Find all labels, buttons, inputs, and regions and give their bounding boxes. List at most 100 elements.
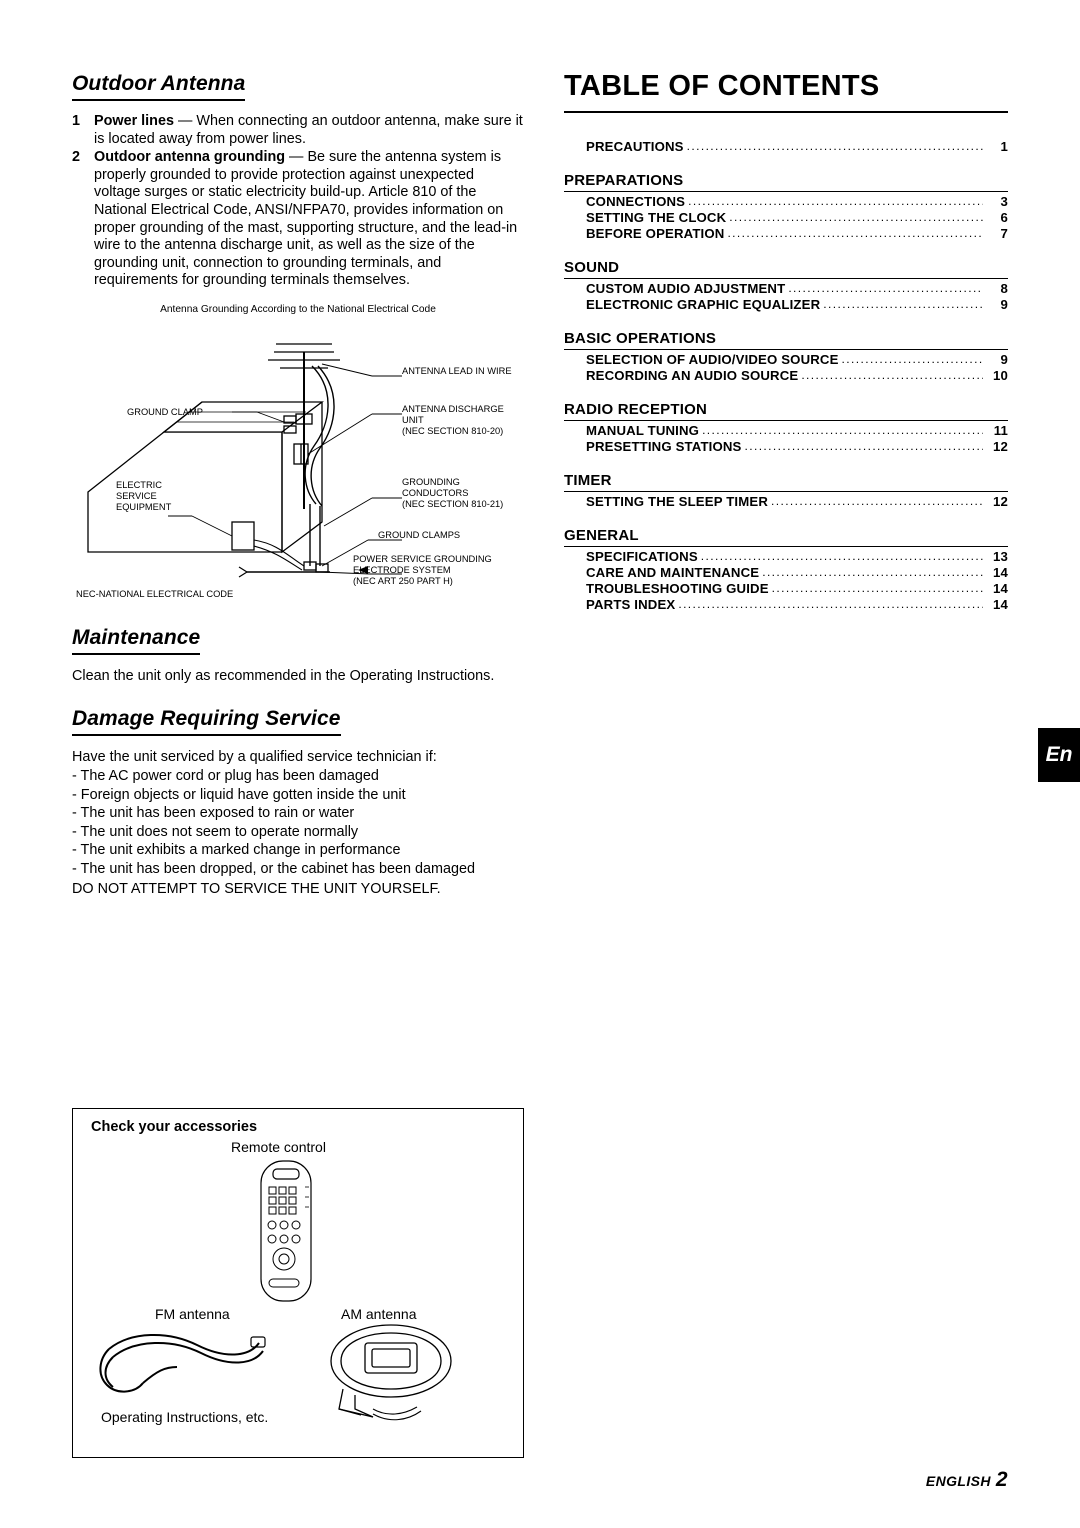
toc-entry-label: CONNECTIONS (586, 194, 686, 209)
toc-entry-precautions[interactable]: PRECAUTIONS ............................… (564, 139, 1008, 154)
footer-page-number: 2 (995, 1468, 1008, 1491)
toc-group-radio-reception: RADIO RECEPTION (564, 401, 1008, 421)
label-ground-clamp: GROUND CLAMP (127, 406, 203, 417)
label-grounding: GROUNDING (402, 476, 460, 487)
toc-entry-page: 6 (1000, 210, 1008, 225)
toc-entry-page: 12 (993, 494, 1008, 509)
toc-entry-label: CARE AND MAINTENANCE (586, 565, 760, 580)
leader-dots: ........................................… (841, 352, 983, 366)
language-tab: En (1038, 728, 1080, 782)
toc-entry-label: SETTING THE CLOCK (586, 210, 727, 225)
list-number: 1 (72, 113, 81, 129)
toc-entry-setting-the-clock[interactable]: SETTING THE CLOCK ......................… (564, 210, 1008, 225)
label-nec-art-250: (NEC ART 250 PART H) (353, 575, 453, 586)
right-column: TABLE OF CONTENTS PRECAUTIONS ..........… (564, 70, 1008, 613)
leader-dots: ........................................… (729, 210, 983, 224)
label-antenna-discharge-unit: UNIT (402, 414, 424, 425)
leader-dots: ........................................… (678, 597, 983, 611)
page-title: TABLE OF CONTENTS (564, 70, 880, 102)
toc-entry-selection-of-audio-video-source[interactable]: SELECTION OF AUDIO/VIDEO SOURCE ........… (564, 352, 1008, 367)
label-conductors: CONDUCTORS (402, 487, 469, 498)
leader-dots: ........................................… (801, 368, 983, 382)
toc-entry-electronic-graphic-equalizer[interactable]: ELECTRONIC GRAPHIC EQUALIZER ...........… (564, 297, 1008, 312)
toc-entry-recording-an-audio-source[interactable]: RECORDING AN AUDIO SOURCE ..............… (564, 368, 1008, 383)
toc-entry-page: 1 (1000, 139, 1008, 154)
outdoor-antenna-list: 1 Power lines — When connecting an outdoo… (72, 113, 524, 290)
toc-entry-page: 11 (993, 423, 1008, 438)
leader-dots: ........................................… (788, 281, 983, 295)
list-item: - The unit has been exposed to rain or w… (72, 805, 355, 822)
toc-entry-troubleshooting-guide[interactable]: TROUBLESHOOTING GUIDE ..................… (564, 581, 1008, 596)
list-item-text: — Be sure the antenna system is properly… (94, 149, 518, 289)
toc-entry-care-and-maintenance[interactable]: CARE AND MAINTENANCE ...................… (564, 565, 1008, 580)
list-item: - Foreign objects or liquid have gotten … (72, 786, 406, 803)
toc-entry-page: 3 (1000, 194, 1008, 209)
list-item: 2 Outdoor antenna grounding — Be sure the… (72, 149, 524, 290)
label-ground-clamps: GROUND CLAMPS (378, 529, 461, 540)
toc-entry-label: PARTS INDEX (586, 597, 676, 612)
toc-entry-manual-tuning[interactable]: MANUAL TUNING ..........................… (564, 423, 1008, 438)
toc-entry-label: SPECIFICATIONS (586, 549, 698, 564)
toc-entry-page: 9 (1000, 352, 1008, 367)
antenna-grounding-diagram: Antenna Grounding According to the Natio… (72, 304, 524, 614)
leader-dots: ........................................… (688, 194, 983, 208)
leader-dots: ........................................… (686, 139, 983, 153)
toc-group-timer: TIMER (564, 472, 1008, 492)
list-item: - The unit exhibits a marked change in p… (72, 842, 401, 859)
leader-dots: ........................................… (762, 565, 983, 579)
toc-entry-page: 14 (993, 597, 1008, 612)
toc-entry-page: 14 (993, 565, 1008, 580)
leader-dots: ........................................… (823, 297, 983, 311)
label-service: SERVICE (116, 490, 157, 501)
list-item-bold: Outdoor antenna grounding (94, 149, 286, 166)
damage-intro: Have the unit serviced by a qualified se… (72, 748, 437, 765)
list-item: - The unit has been dropped, or the cabi… (72, 860, 475, 877)
toc-group-basic-operations: BASIC OPERATIONS (564, 330, 1008, 350)
toc-entry-label: SETTING THE SLEEP TIMER (586, 494, 768, 509)
toc-entry-page: 14 (993, 581, 1008, 596)
list-item: 1 Power lines — When connecting an outdoo… (72, 113, 524, 148)
list-number: 2 (72, 149, 81, 166)
label-power-service-grounding: POWER SERVICE GROUNDING (353, 553, 492, 564)
leader-dots: ........................................… (702, 423, 983, 437)
footer-language: ENGLISH (925, 1473, 991, 1489)
outdoor-antenna-heading: Outdoor Antenna (72, 72, 246, 101)
leader-dots: ........................................… (744, 439, 984, 453)
label-antenna-lead-in-wire: ANTENNA LEAD IN WIRE (402, 365, 512, 376)
toc-entry-label: RECORDING AN AUDIO SOURCE (586, 368, 799, 383)
page-footer: ENGLISH 2 (926, 1468, 1008, 1492)
title-divider (564, 111, 1008, 113)
toc-entry-label: PRECAUTIONS (586, 139, 684, 154)
accessories-drawing (99, 1160, 452, 1421)
toc-group-sound: SOUND (564, 259, 1008, 279)
damage-heading: Damage Requiring Service (72, 707, 341, 736)
leader-dots: ........................................… (771, 581, 983, 595)
toc-entry-label: BEFORE OPERATION (586, 226, 725, 241)
list-item: - The unit does not seem to operate norm… (72, 823, 359, 840)
toc-entry-page: 7 (1000, 226, 1008, 241)
toc-entry-label: SELECTION OF AUDIO/VIDEO SOURCE (586, 352, 839, 367)
maintenance-heading: Maintenance (72, 626, 201, 655)
toc-entry-presetting-stations[interactable]: PRESETTING STATIONS ....................… (564, 439, 1008, 454)
document-page: Outdoor Antenna 1 Power lines — When conn… (0, 0, 1080, 1528)
toc-entry-setting-the-sleep-timer[interactable]: SETTING THE SLEEP TIMER ................… (564, 494, 1008, 509)
leader-dots: ........................................… (727, 226, 983, 240)
label-electrode-system: ELECTRODE SYSTEM (353, 564, 451, 575)
toc-entry-page: 8 (1000, 281, 1008, 296)
toc-entry-before-operation[interactable]: BEFORE OPERATION .......................… (564, 226, 1008, 241)
diagram-drawing (87, 343, 402, 578)
list-item-bold: Power lines (94, 113, 174, 129)
maintenance-text: Clean the unit only as recommended in th… (72, 667, 495, 684)
toc-entry-connections[interactable]: CONNECTIONS ............................… (564, 194, 1008, 209)
toc-entry-custom-audio-adjustment[interactable]: CUSTOM AUDIO ADJUSTMENT ................… (564, 281, 1008, 296)
toc-entry-label: MANUAL TUNING (586, 423, 700, 438)
left-column: Outdoor Antenna 1 Power lines — When conn… (72, 72, 524, 898)
toc-group-general: GENERAL (564, 527, 1008, 547)
leader-dots: ........................................… (700, 549, 983, 563)
toc-entry-parts-index[interactable]: PARTS INDEX ............................… (564, 597, 1008, 612)
toc-entry-specifications[interactable]: SPECIFICATIONS .........................… (564, 549, 1008, 564)
damage-warning: DO NOT ATTEMPT TO SERVICE THE UNIT YOURS… (72, 880, 441, 897)
toc-group-preparations: PREPARATIONS (564, 172, 1008, 192)
label-electric: ELECTRIC (116, 479, 162, 490)
label-antenna-discharge: ANTENNA DISCHARGE (402, 403, 504, 414)
